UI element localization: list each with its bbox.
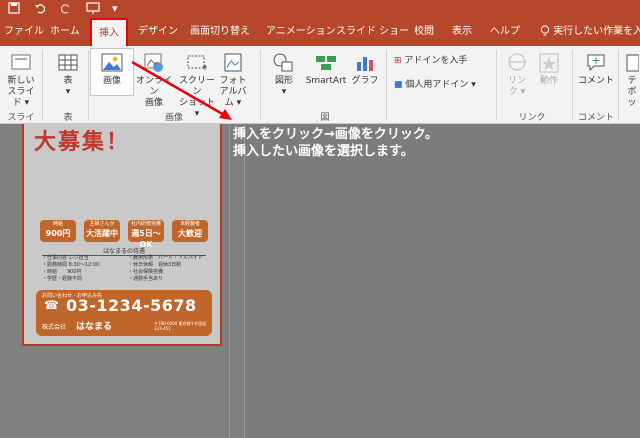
annotation-arrow: [131, 60, 232, 120]
instruction-annotation: 挿入をクリック→画像をクリック。 挿入したい画像を選択します。: [233, 127, 438, 159]
